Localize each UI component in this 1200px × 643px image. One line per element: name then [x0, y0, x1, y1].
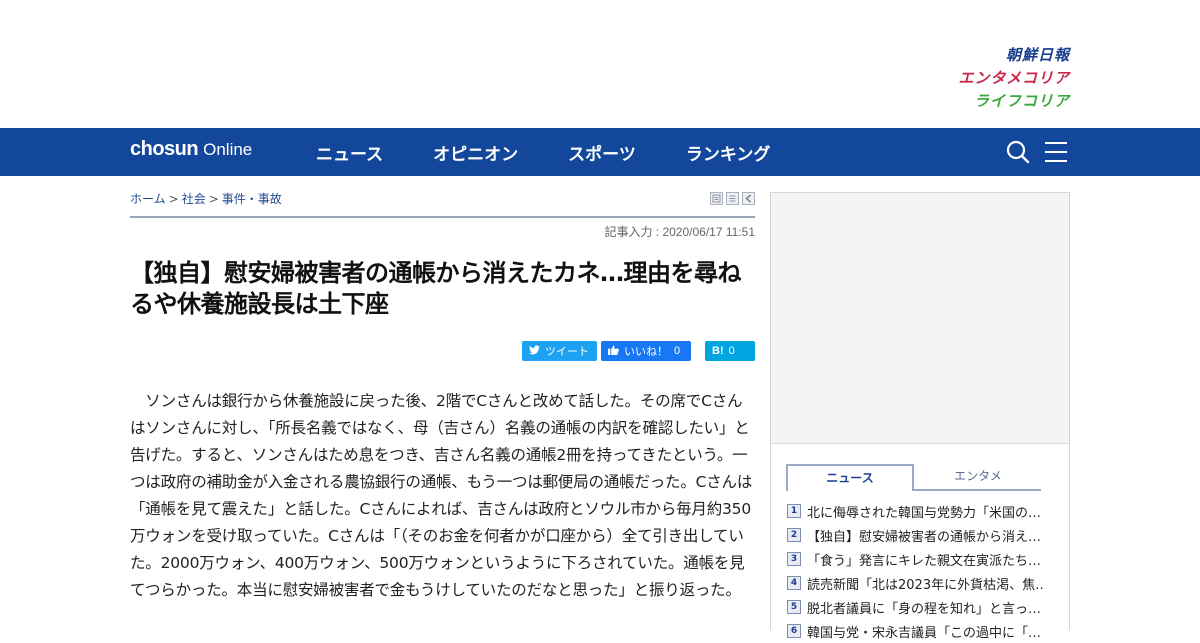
hatena-bookmark-button[interactable]: B! 0: [705, 341, 755, 361]
tweet-label: ツイート: [545, 346, 589, 358]
life-korea-link[interactable]: ライフコリア: [910, 90, 1070, 113]
search-icon[interactable]: [1006, 140, 1030, 164]
ranking-tabs: ニュース エンタメ: [786, 464, 1041, 491]
rank-number: 2: [787, 528, 801, 542]
brand-stack: 朝鮮日報 エンタメコリア ライフコリア: [910, 44, 1070, 113]
article-body: ソンさんは銀行から休養施設に戻った後、2階でCさんと改めて話した。その席でCさん…: [130, 392, 753, 599]
article-tools: [710, 192, 755, 205]
rank-title: 韓国与党・宋永吉議員「この過中に「…: [807, 625, 1042, 641]
rank-title: 脱北者議員に「身の程を知れ」と言っ…: [807, 601, 1042, 617]
breadcrumb-section[interactable]: 社会: [182, 192, 206, 206]
hatena-count: 0: [728, 345, 735, 357]
tweet-button[interactable]: ツイート: [522, 341, 597, 361]
nav-menu: ニュース オピニオン スポーツ ランキング: [316, 128, 820, 176]
share-buttons: ツイート いいね！ 0 B! 0: [130, 341, 755, 361]
article-column: ホーム > 社会 > 事件・事故 記事入力 : 2020/06/17 11:51 【独自…: [130, 176, 755, 604]
ranking-list: 1 北に侮辱された韓国与党勢力「米国の… 2 【独自】慰安婦被害者の通帳から消え… …: [787, 499, 1069, 643]
entame-korea-link[interactable]: エンタメコリア: [910, 67, 1070, 90]
main-navbar: chosun Online ニュース オピニオン スポーツ ランキング: [0, 128, 1200, 176]
hatena-icon: B!: [712, 345, 724, 357]
list-item[interactable]: 3 「食う」発言にキレた親文在寅派たち…: [787, 547, 1069, 571]
facebook-like-button[interactable]: いいね！ 0: [601, 341, 691, 361]
nav-item-news[interactable]: ニュース: [316, 140, 383, 165]
breadcrumb-separator: >: [208, 192, 219, 206]
nav-item-ranking[interactable]: ランキング: [686, 140, 771, 165]
breadcrumb-home[interactable]: ホーム: [130, 192, 166, 206]
chosun-ilbo-link[interactable]: 朝鮮日報: [910, 44, 1070, 67]
right-sidebar: ニュース エンタメ 1 北に侮辱された韓国与党勢力「米国の… 2 【独自】慰安婦被害…: [770, 192, 1070, 641]
nav-item-opinion[interactable]: オピニオン: [433, 140, 518, 165]
like-count: 0: [674, 345, 681, 357]
rank-title: 【独自】慰安婦被害者の通帳から消え…: [807, 529, 1042, 545]
rank-title: 北に侮辱された韓国与党勢力「米国の…: [807, 505, 1042, 521]
article-headline: 【独自】慰安婦被害者の通帳から消えたカネ…理由を尋ねるや休養施設長は土下座: [130, 259, 742, 318]
tab-entame[interactable]: エンタメ: [914, 464, 1042, 489]
rank-number: 1: [787, 504, 801, 518]
breadcrumb: ホーム > 社会 > 事件・事故: [130, 190, 282, 207]
thumbs-up-icon: [608, 344, 619, 358]
logo-sub-text: Online: [203, 140, 253, 159]
nav-icons: [1006, 140, 1068, 164]
rank-title: 「食う」発言にキレた親文在寅派たち…: [807, 553, 1042, 569]
list-item[interactable]: 5 脱北者議員に「身の程を知れ」と言っ…: [787, 595, 1069, 619]
breadcrumb-separator: >: [168, 192, 179, 206]
breadcrumb-category[interactable]: 事件・事故: [222, 192, 282, 206]
list-item[interactable]: 2 【独自】慰安婦被害者の通帳から消え…: [787, 523, 1069, 547]
rank-number: 4: [787, 576, 801, 590]
article-date: 記事入力 : 2020/06/17 11:51: [604, 225, 755, 239]
list-item[interactable]: 1 北に侮辱された韓国与党勢力「米国の…: [787, 499, 1069, 523]
print-icon[interactable]: [710, 192, 723, 205]
back-arrow-icon[interactable]: [742, 192, 755, 205]
logo-main-text: chosun: [130, 138, 199, 160]
list-item[interactable]: 6 韓国与党・宋永吉議員「この過中に「…: [787, 619, 1069, 643]
tab-news[interactable]: ニュース: [786, 464, 914, 491]
text-view-icon[interactable]: [726, 192, 739, 205]
rank-title: 読売新聞「北は2023年に外貨枯渇、焦…: [807, 577, 1043, 593]
breadcrumb-row: ホーム > 社会 > 事件・事故: [130, 176, 755, 218]
rank-number: 3: [787, 552, 801, 566]
rank-number: 5: [787, 600, 801, 614]
ad-slot: [771, 193, 1069, 444]
chosun-online-logo[interactable]: chosun Online: [130, 138, 252, 166]
nav-item-sports[interactable]: スポーツ: [568, 140, 636, 165]
rank-number: 6: [787, 624, 801, 638]
menu-icon[interactable]: [1044, 140, 1068, 164]
like-label: いいね！: [624, 346, 668, 358]
list-item[interactable]: 4 読売新聞「北は2023年に外貨枯渇、焦…: [787, 571, 1069, 595]
twitter-bird-icon: [529, 344, 540, 358]
